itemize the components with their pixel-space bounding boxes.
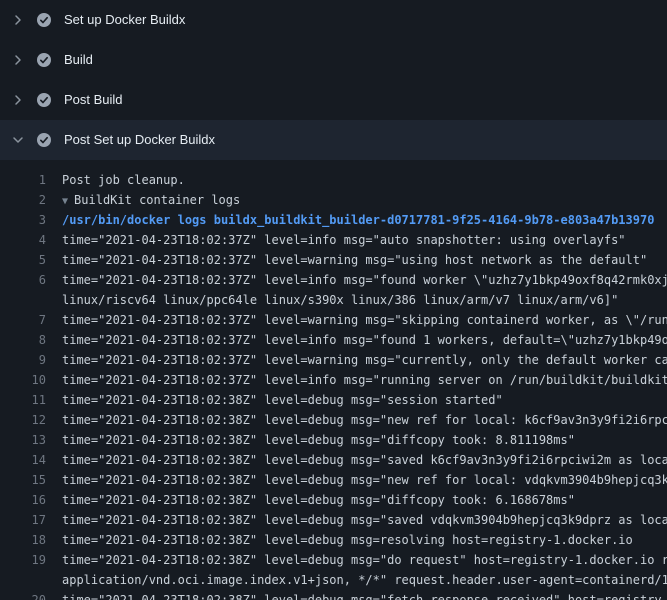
log-text: /usr/bin/docker logs buildx_buildkit_bui… [46,210,654,230]
log-line: 5 time="2021-04-23T18:02:37Z" level=warn… [0,250,667,270]
group-toggle-icon[interactable]: ▼ [62,196,74,207]
step-row-build[interactable]: Build [0,40,667,80]
line-number[interactable]: 11 [0,390,46,410]
log-line: 3 /usr/bin/docker logs buildx_buildkit_b… [0,210,667,230]
chevron-right-icon [10,92,26,108]
chevron-down-icon [10,132,26,148]
line-number[interactable]: 16 [0,490,46,510]
chevron-right-icon [10,52,26,68]
log-text: time="2021-04-23T18:02:38Z" level=debug … [46,530,633,550]
log-line: 1 Post job cleanup. [0,170,667,190]
log-line: 14 time="2021-04-23T18:02:38Z" level=deb… [0,450,667,470]
log-line: 20 time="2021-04-23T18:02:38Z" level=deb… [0,590,667,600]
step-row-set-up-docker-buildx[interactable]: Set up Docker Buildx [0,0,667,40]
line-number[interactable]: 12 [0,410,46,430]
step-label: Build [64,40,93,80]
log-text: time="2021-04-23T18:02:38Z" level=debug … [46,510,667,530]
log-text: time="2021-04-23T18:02:37Z" level=info m… [46,270,667,290]
log-line: 2 ▼ BuildKit container logs [0,190,667,210]
check-circle-icon [36,52,52,68]
log-text: time="2021-04-23T18:02:37Z" level=info m… [46,330,667,350]
log-line: 13 time="2021-04-23T18:02:38Z" level=deb… [0,430,667,450]
log-line: 18 time="2021-04-23T18:02:38Z" level=deb… [0,530,667,550]
line-number[interactable]: 7 [0,310,46,330]
line-number[interactable]: 10 [0,370,46,390]
line-number[interactable]: 3 [0,210,46,230]
step-label: Post Build [64,80,123,120]
log-text: time="2021-04-23T18:02:37Z" level=warnin… [46,250,647,270]
line-number[interactable]: 17 [0,510,46,530]
line-number[interactable]: 19 [0,550,46,570]
check-circle-icon [36,12,52,28]
log-viewer: 1 Post job cleanup. 2 ▼ BuildKit contain… [0,160,667,600]
log-text: linux/riscv64 linux/ppc64le linux/s390x … [46,290,618,310]
log-line: 4 time="2021-04-23T18:02:37Z" level=info… [0,230,667,250]
line-number[interactable]: 18 [0,530,46,550]
log-text: time="2021-04-23T18:02:37Z" level=warnin… [46,310,667,330]
log-text: time="2021-04-23T18:02:38Z" level=debug … [46,450,667,470]
log-line: 17 time="2021-04-23T18:02:38Z" level=deb… [0,510,667,530]
log-line: 6 time="2021-04-23T18:02:37Z" level=info… [0,270,667,290]
line-number[interactable]: 1 [0,170,46,190]
line-number[interactable]: 8 [0,330,46,350]
line-number[interactable]: 5 [0,250,46,270]
log-line: linux/riscv64 linux/ppc64le linux/s390x … [0,290,667,310]
line-number[interactable] [0,570,46,590]
log-line: 9 time="2021-04-23T18:02:37Z" level=warn… [0,350,667,370]
log-text: application/vnd.oci.image.index.v1+json,… [46,570,667,590]
log-text: time="2021-04-23T18:02:37Z" level=info m… [46,230,626,250]
log-line: 7 time="2021-04-23T18:02:37Z" level=warn… [0,310,667,330]
line-number[interactable]: 6 [0,270,46,290]
log-line: 11 time="2021-04-23T18:02:38Z" level=deb… [0,390,667,410]
line-number[interactable] [0,290,46,310]
log-text: time="2021-04-23T18:02:38Z" level=debug … [46,550,667,570]
line-number[interactable]: 4 [0,230,46,250]
line-number[interactable]: 20 [0,590,46,600]
step-label: Set up Docker Buildx [64,0,185,40]
line-number[interactable]: 9 [0,350,46,370]
log-text: time="2021-04-23T18:02:38Z" level=debug … [46,490,575,510]
log-line: 8 time="2021-04-23T18:02:37Z" level=info… [0,330,667,350]
log-text: time="2021-04-23T18:02:38Z" level=debug … [46,390,503,410]
step-label: Post Set up Docker Buildx [64,120,215,160]
check-circle-icon [36,92,52,108]
check-circle-icon [36,132,52,148]
line-number[interactable]: 15 [0,470,46,490]
line-number[interactable]: 14 [0,450,46,470]
line-number[interactable]: 13 [0,430,46,450]
log-text: Post job cleanup. [46,170,185,190]
log-line: 19 time="2021-04-23T18:02:38Z" level=deb… [0,550,667,570]
log-text: time="2021-04-23T18:02:37Z" level=warnin… [46,350,667,370]
step-row-post-build[interactable]: Post Build [0,80,667,120]
log-line: 10 time="2021-04-23T18:02:37Z" level=inf… [0,370,667,390]
log-line: 16 time="2021-04-23T18:02:38Z" level=deb… [0,490,667,510]
steps-list: Set up Docker Buildx Build Post Buil [0,0,667,160]
line-number[interactable]: 2 [0,190,46,210]
log-text: ▼ BuildKit container logs [46,190,240,210]
step-row-post-set-up-docker-buildx[interactable]: Post Set up Docker Buildx [0,120,667,160]
chevron-right-icon [10,12,26,28]
log-text: time="2021-04-23T18:02:38Z" level=debug … [46,430,575,450]
group-title: BuildKit container logs [74,193,240,207]
log-line: 12 time="2021-04-23T18:02:38Z" level=deb… [0,410,667,430]
log-text: time="2021-04-23T18:02:38Z" level=debug … [46,590,662,600]
log-line: 15 time="2021-04-23T18:02:38Z" level=deb… [0,470,667,490]
log-text: time="2021-04-23T18:02:38Z" level=debug … [46,470,667,490]
log-line: application/vnd.oci.image.index.v1+json,… [0,570,667,590]
log-text: time="2021-04-23T18:02:38Z" level=debug … [46,410,667,430]
log-text: time="2021-04-23T18:02:37Z" level=info m… [46,370,667,390]
